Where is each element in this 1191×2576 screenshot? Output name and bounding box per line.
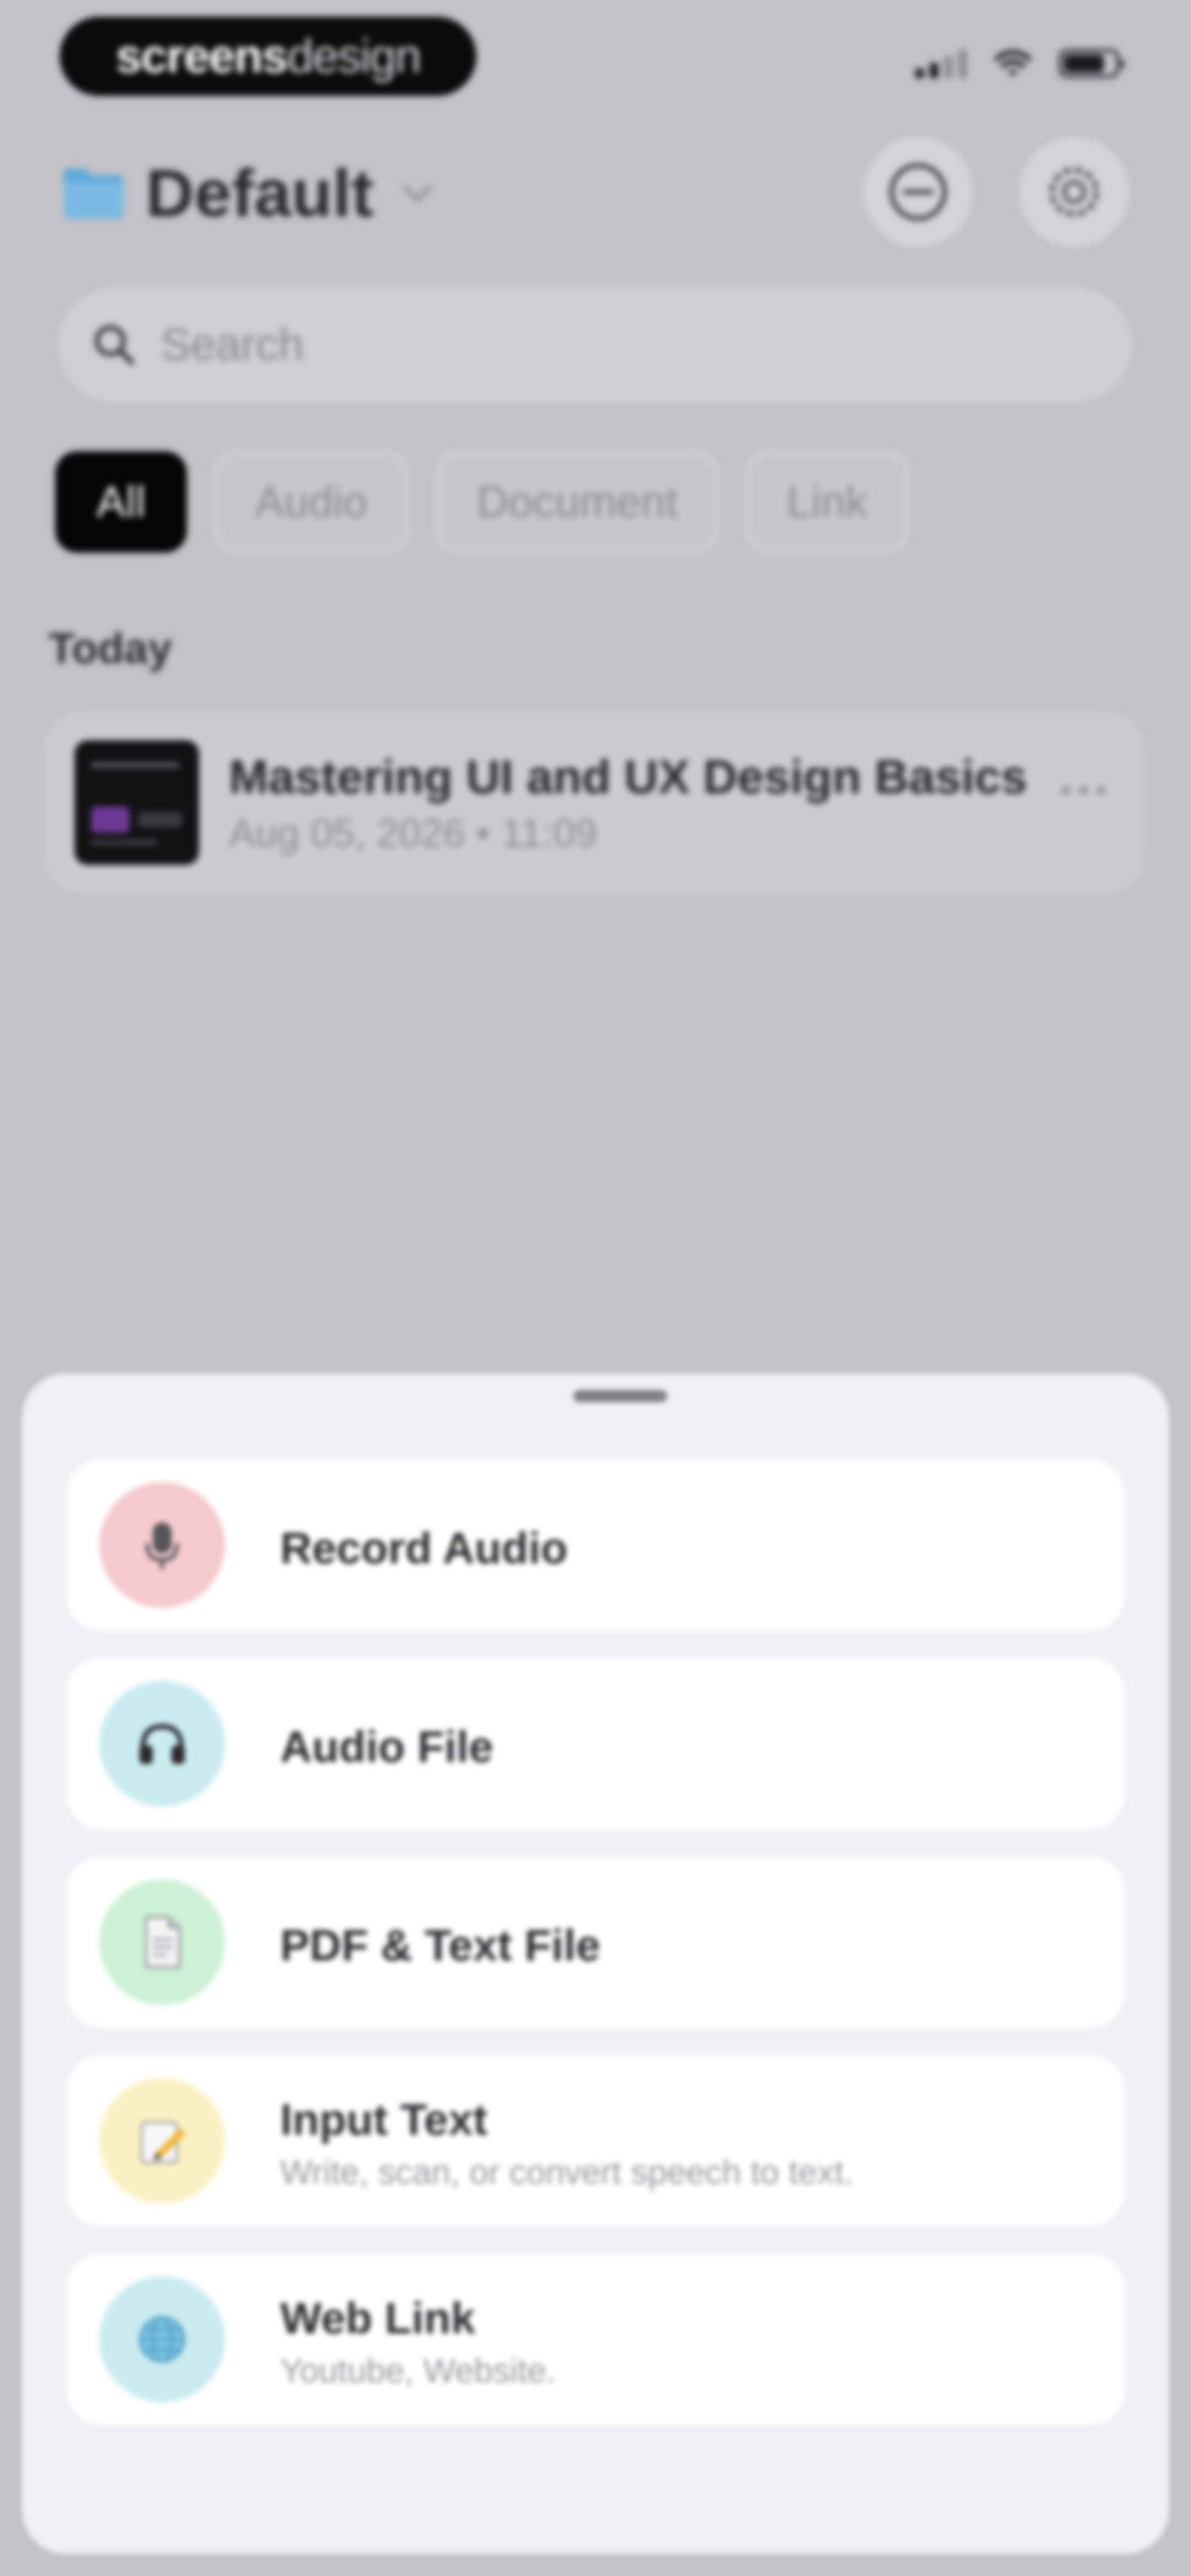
settings-button[interactable] [1019,137,1129,247]
item-thumbnail [74,740,199,865]
folder-selector[interactable]: Default [61,154,439,232]
screen: screens design Default Search All Audio … [0,0,1191,2576]
option-description: Youtube, Website. [280,2352,556,2390]
list-item[interactable]: Mastering UI and UX Design Basics Aug 05… [44,712,1144,894]
filter-chip-link[interactable]: Link [745,451,909,553]
item-timestamp: Aug 05, 2026 • 11:09 [229,811,598,856]
minus-button[interactable] [863,137,973,247]
option-label: Web Link [280,2294,476,2343]
option-label: Audio File [280,1722,493,1771]
watermark-light: design [287,29,421,83]
search-bar[interactable] [58,287,1132,403]
sheet-grabber[interactable] [573,1390,667,1402]
option-web-link[interactable]: Web Link Youtube, Website. [66,2253,1125,2425]
search-input[interactable] [159,318,1044,371]
document-icon [145,1916,180,1968]
gear-icon [1049,167,1099,217]
filter-chip-all[interactable]: All [55,451,187,553]
microphone-icon [145,1522,179,1569]
more-options-icon[interactable] [1061,786,1106,795]
globe-icon [139,2316,185,2363]
search-icon [95,325,135,365]
pencil-icon [141,2121,186,2163]
folder-icon [64,169,124,218]
watermark-badge: screens design [60,17,476,96]
page-title: Default [146,156,374,231]
item-title: Mastering UI and UX Design Basics [229,751,1028,804]
option-label: PDF & Text File [280,1921,600,1970]
option-label: Record Audio [280,1524,568,1573]
cellular-signal-icon [915,49,967,78]
opt-icon-bg [99,2078,225,2204]
minus-circle-icon [889,163,947,221]
opt-icon-bg [99,1879,225,2005]
opt-icon-bg [99,2276,225,2402]
opt-icon-bg [99,1482,225,1608]
filter-chips: All Audio Document Link [55,451,909,553]
opt-icon-bg [99,1681,225,1807]
watermark-bold: screens [115,29,288,83]
filter-chip-document[interactable]: Document [435,451,720,553]
filter-chip-audio[interactable]: Audio [213,451,409,553]
battery-icon [1059,49,1124,78]
add-source-sheet: Record Audio Audio File PDF & Text File … [22,1373,1169,2554]
section-heading-today: Today [49,624,172,672]
chevron-down-icon [403,185,432,202]
wifi-icon [995,50,1031,76]
option-description: Write, scan, or convert speech to text. [280,2153,854,2192]
option-record-audio[interactable]: Record Audio [66,1459,1125,1631]
option-input-text[interactable]: Input Text Write, scan, or convert speec… [66,2055,1125,2227]
option-audio-file[interactable]: Audio File [66,1658,1125,1830]
headphones-icon [140,1724,185,1764]
option-pdf-text-file[interactable]: PDF & Text File [66,1856,1125,2028]
status-icons [915,49,1124,78]
option-label: Input Text [280,2095,488,2144]
